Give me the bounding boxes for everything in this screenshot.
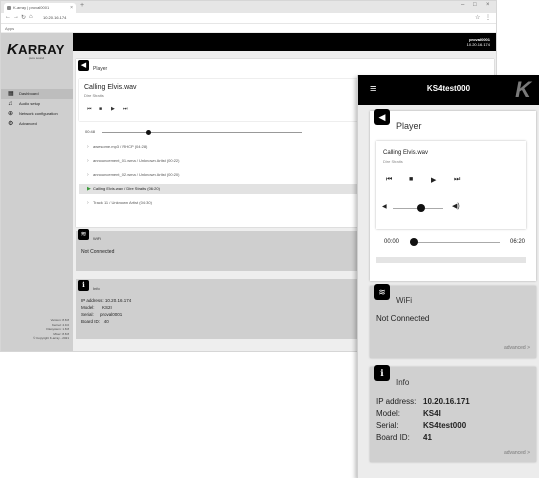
- minimize-button[interactable]: –: [461, 2, 464, 8]
- mobile-wifi-card: ≋ WiFi Not Connected advanced >: [370, 284, 536, 358]
- bookmarks-bar[interactable]: Apps: [1, 24, 496, 33]
- wifi-icon: ≋: [78, 229, 89, 240]
- mobile-player-title: Player: [396, 121, 422, 131]
- tab-title: K-array | proval0001: [13, 5, 50, 10]
- wifi-icon: ≋: [374, 284, 390, 300]
- app-header: proval0001 10.20.16.174: [73, 33, 496, 51]
- info-model: Model: KS2I: [81, 305, 112, 310]
- now-playing-box: Calling Elvis.wav Dire Straits ⏮ ■ ▶ ⏭: [79, 79, 389, 121]
- info-serial: Serial: proval0001: [81, 312, 123, 317]
- browser-tab[interactable]: K-array | proval0001 ×: [4, 3, 76, 13]
- play-icon[interactable]: ▶: [111, 106, 115, 112]
- version-info: Version: 8.8.8 Kernel: 4.9.0 Filesystem:…: [33, 318, 69, 341]
- dashboard-icon: ▦: [8, 91, 14, 97]
- sidebar-item-audio-setup[interactable]: ♫ Audio setup: [1, 99, 73, 109]
- seek-track[interactable]: [102, 132, 302, 133]
- device-identity: proval0001 10.20.16.174: [466, 37, 490, 47]
- elapsed-time: 00:48: [85, 129, 96, 134]
- mobile-wifi-title: WiFi: [396, 296, 412, 305]
- mobile-track-title: Calling Elvis.wav: [383, 150, 429, 156]
- close-tab-icon[interactable]: ×: [70, 3, 73, 13]
- playlist: › awesome.mp3 / RHCP (04:28) › announcemen…: [79, 142, 389, 222]
- menu-dots-icon[interactable]: ⋮: [485, 14, 491, 21]
- mobile-wifi-status: Not Connected: [376, 314, 430, 323]
- track-artist: Dire Straits: [84, 93, 104, 98]
- playlist-item[interactable]: › Track 11 / Unknown Artist (04:30): [79, 198, 389, 208]
- mobile-device-title: KS4test000: [426, 84, 471, 93]
- mobile-info-title: Info: [396, 378, 410, 387]
- home-icon[interactable]: ⌂: [29, 14, 33, 20]
- mobile-time-start: 00:00: [384, 239, 400, 245]
- gear-icon: ⚙: [8, 121, 14, 127]
- back-icon[interactable]: ←: [5, 14, 11, 20]
- address-bar: ← → ↻ ⌂ 10.20.16.174 ☆ ⋮: [1, 13, 496, 24]
- favicon-icon: [7, 6, 11, 10]
- mobile-header: ≡ KS4test000 K: [358, 75, 539, 105]
- model-label: Model:: [376, 409, 401, 418]
- info-icon: ℹ: [374, 365, 390, 381]
- speaker-icon: ◀: [374, 109, 390, 125]
- ip-value: 10.20.16.171: [423, 397, 470, 406]
- info-title: Info: [93, 286, 100, 291]
- previous-icon[interactable]: ⏮: [386, 176, 392, 184]
- playlist-item[interactable]: › announcement_02.wma / Unknown Artist (0…: [79, 170, 389, 180]
- sidebar-item-network-configuration[interactable]: ⊕ Network configuration: [1, 109, 73, 119]
- k-array-logo: K: [515, 77, 531, 102]
- new-tab-button[interactable]: +: [80, 2, 84, 9]
- board-id-label: Board ID:: [376, 433, 410, 442]
- seek-handle[interactable]: [146, 130, 151, 135]
- mobile-now-playing: Calling Elvis.wav Dire Straits ⏮ ■ ▶ ⏭ ◀…: [376, 141, 526, 229]
- mobile-time-end: 06:20: [510, 239, 526, 245]
- mobile-body: ◀ Player Calling Elvis.wav Dire Straits …: [358, 105, 539, 478]
- sidebar-nav: ▦ Dashboard ♫ Audio setup ⊕ Network conf…: [1, 89, 73, 129]
- wifi-title: WiFi: [93, 236, 101, 241]
- mobile-info-card: ℹ Info IP address: 10.20.16.171 Model: K…: [370, 365, 536, 462]
- close-window-button[interactable]: ×: [486, 2, 490, 8]
- music-icon: ♫: [8, 101, 13, 107]
- board-id-value: 41: [423, 433, 432, 442]
- info-ip: IP address: 10.20.16.174: [81, 298, 132, 303]
- next-icon[interactable]: ⏭: [123, 106, 128, 112]
- forward-icon[interactable]: →: [13, 14, 19, 20]
- sidebar-item-advanced[interactable]: ⚙ Advanced: [1, 119, 73, 129]
- mobile-seek-handle[interactable]: [410, 238, 418, 246]
- k-array-logo: KARRAY pure sound: [7, 41, 65, 60]
- ip-label: IP address:: [376, 397, 417, 406]
- next-icon[interactable]: ⏭: [454, 176, 460, 184]
- info-advanced-link[interactable]: advanced >: [504, 450, 530, 456]
- speaker-icon: ◀: [78, 60, 89, 71]
- mobile-player-card: ◀ Player Calling Elvis.wav Dire Straits …: [370, 109, 536, 281]
- sidebar: KARRAY pure sound ▦ Dashboard ♫ Audio se…: [1, 33, 73, 351]
- play-icon[interactable]: ▶: [431, 176, 436, 184]
- info-icon: ℹ: [78, 280, 89, 291]
- stop-icon[interactable]: ■: [99, 106, 102, 112]
- model-value: KS4I: [423, 409, 441, 418]
- network-icon: ⊕: [8, 111, 14, 117]
- mobile-seek-track[interactable]: [410, 242, 500, 243]
- player-title: Player: [93, 66, 108, 72]
- star-icon[interactable]: ☆: [475, 14, 480, 21]
- playlist-item[interactable]: › awesome.mp3 / RHCP (04:28): [79, 142, 389, 152]
- info-board-id: Board ID: 40: [81, 319, 109, 324]
- maximize-button[interactable]: □: [473, 2, 477, 8]
- wifi-status: Not Connected: [81, 249, 115, 255]
- serial-label: Serial:: [376, 421, 399, 430]
- volume-low-icon: ◀: [382, 204, 387, 210]
- sidebar-item-dashboard[interactable]: ▦ Dashboard: [1, 89, 73, 99]
- tab-strip: K-array | proval0001 × + – □ ×: [1, 1, 496, 13]
- stop-icon[interactable]: ■: [409, 176, 413, 183]
- volume-high-icon: ◀): [452, 203, 460, 210]
- track-title: Calling Elvis.wav: [84, 84, 137, 91]
- playlist-item[interactable]: › announcement_01.wma / Unknown Artist (0…: [79, 156, 389, 166]
- mobile-track-artist: Dire Straits: [383, 159, 403, 164]
- wifi-advanced-link[interactable]: advanced >: [504, 345, 530, 351]
- playlist-item-playing[interactable]: ▶ Calling Elvis.wav / Dire Straits (06:20…: [79, 184, 389, 194]
- url-field[interactable]: 10.20.16.174: [43, 15, 66, 20]
- previous-icon[interactable]: ⏮: [87, 106, 92, 112]
- mobile-window: ≡ KS4test000 K ◀ Player Calling Elvis.wa…: [357, 75, 539, 478]
- reload-icon[interactable]: ↻: [21, 14, 26, 21]
- playlist-collapsed-bar: [376, 257, 526, 263]
- serial-value: KS4test000: [423, 421, 467, 430]
- volume-handle[interactable]: [416, 204, 425, 212]
